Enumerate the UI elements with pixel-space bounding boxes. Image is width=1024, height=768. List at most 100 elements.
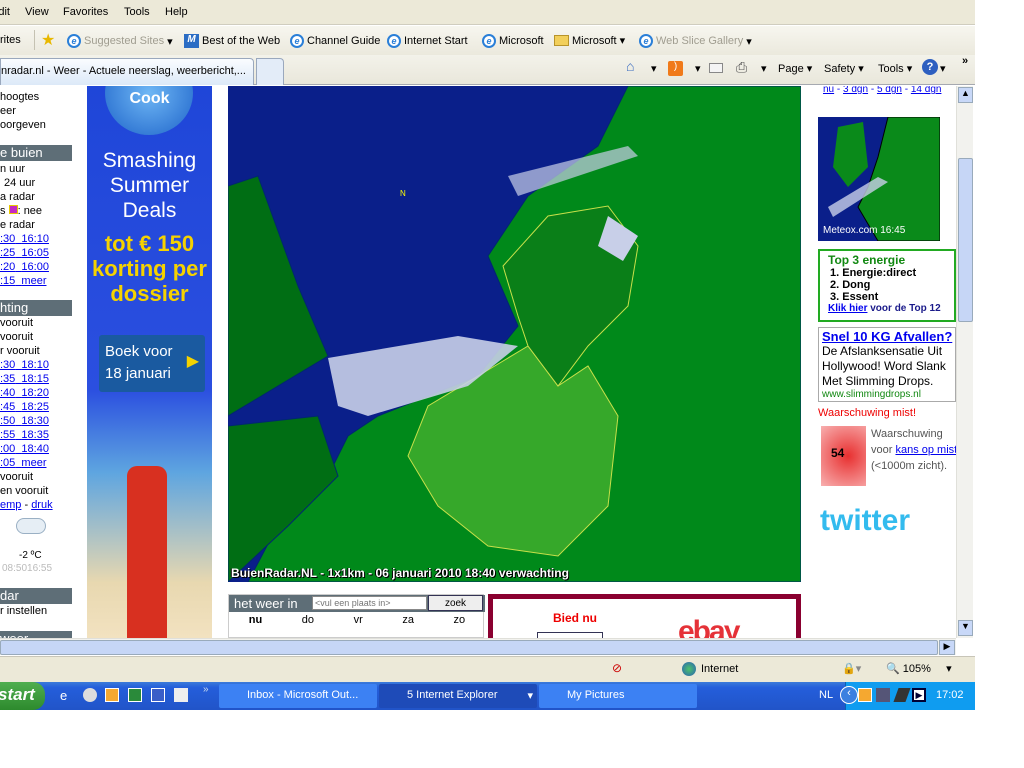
menu-help[interactable]: Help: [165, 6, 188, 18]
mail-icon[interactable]: [709, 63, 723, 73]
tray-outlook-icon[interactable]: [858, 688, 872, 702]
quicklaunch-media-player-icon[interactable]: [83, 688, 97, 702]
help-dropdown-icon[interactable]: ▾: [940, 62, 946, 75]
time-link[interactable]: :05 meer: [0, 457, 46, 469]
fav-channel-guide[interactable]: e Channel Guide: [290, 34, 380, 48]
time-link[interactable]: :35 18:15: [0, 373, 49, 385]
horizontal-scrollbar[interactable]: ▶: [0, 638, 956, 655]
privacy-blocked-icon[interactable]: ⊘: [612, 661, 622, 675]
sidebar-text[interactable]: hoogtes: [0, 91, 39, 103]
time-link[interactable]: :15 meer: [0, 275, 46, 287]
twitter-logo[interactable]: twitter: [820, 504, 910, 538]
energy-link[interactable]: Klik hier: [828, 303, 867, 314]
menu-favorites[interactable]: Favorites: [63, 6, 108, 18]
add-favorite-star-icon[interactable]: ★: [41, 30, 55, 50]
quicklaunch-ie-icon[interactable]: e: [60, 688, 67, 703]
afvallen-ad[interactable]: Snel 10 KG Afvallen? De Afslanksensatie …: [818, 327, 956, 402]
mist-warning-map[interactable]: 54: [821, 426, 866, 486]
forecast-link[interactable]: 14 dgn: [911, 86, 942, 95]
quicklaunch-more-icon[interactable]: »: [203, 684, 209, 695]
tray-expand-icon[interactable]: ‹: [840, 686, 858, 704]
afvallen-url[interactable]: www.slimmingdrops.nl: [822, 389, 955, 400]
ad-cta-button[interactable]: Boek voor 18 januari ▶: [99, 335, 205, 392]
quicklaunch-excel-icon[interactable]: [128, 688, 142, 702]
rss-feed-icon[interactable]: ): [668, 61, 683, 76]
druk-link[interactable]: druk: [31, 499, 52, 511]
time-link[interactable]: :45 18:25: [0, 401, 49, 413]
forecast-link[interactable]: nu: [823, 86, 834, 95]
search-button[interactable]: zoek: [428, 595, 483, 611]
scroll-right-icon[interactable]: ▶: [939, 640, 955, 655]
taskbar-button-my-pictures[interactable]: My Pictures: [539, 684, 697, 708]
new-tab-button[interactable]: [256, 58, 284, 85]
protected-mode-icon[interactable]: 🔒▾: [842, 662, 861, 675]
menu-tools[interactable]: Tools: [124, 6, 150, 18]
more-chevron-icon[interactable]: »: [962, 55, 968, 67]
sidebar-link[interactable]: a radar: [0, 191, 35, 203]
sidebar-link[interactable]: n uur: [0, 163, 25, 175]
sidebar-option[interactable]: s : nee: [0, 205, 42, 217]
time-link[interactable]: :00 18:40: [0, 443, 49, 455]
vertical-scrollbar[interactable]: ▲ ▼: [956, 86, 973, 638]
sidebar-text[interactable]: oorgeven: [0, 119, 46, 131]
start-button[interactable]: start: [0, 682, 45, 710]
sidebar-link[interactable]: e radar: [0, 219, 35, 231]
tray-network-icon[interactable]: [876, 688, 890, 702]
hscroll-thumb[interactable]: [0, 640, 938, 655]
fav-web-slice-gallery[interactable]: e Web Slice Gallery ▾: [639, 34, 752, 48]
taskbar-button-outlook[interactable]: Inbox - Microsoft Out...: [219, 684, 377, 708]
sidebar-link[interactable]: en vooruit: [0, 485, 48, 497]
energy-ad[interactable]: Top 3 energie 1. Energie:direct 2. Dong 3.…: [818, 249, 956, 322]
tab-buienradar[interactable]: nradar.nl - Weer - Actuele neerslag, wee…: [0, 58, 254, 85]
sidebar-text[interactable]: eer: [0, 105, 16, 117]
sidebar-link[interactable]: vooruit: [0, 317, 33, 329]
fav-microsoft[interactable]: e Microsoft: [482, 34, 544, 48]
fav-microsoft-folder[interactable]: Microsoft ▾: [554, 34, 625, 47]
fav-best-of-web[interactable]: M Best of the Web: [184, 34, 280, 48]
taskbar-button-ie-group[interactable]: 5 Internet Explorer ▾: [379, 684, 537, 708]
feed-dropdown-icon[interactable]: ▾: [695, 62, 701, 75]
clock[interactable]: 17:02: [936, 689, 964, 701]
radar-map[interactable]: N BuienRadar.NL - 1x1km - 06 januari 201…: [228, 86, 801, 582]
time-link[interactable]: :30 16:10: [0, 233, 49, 245]
language-indicator[interactable]: NL: [819, 689, 833, 701]
tray-rocket-icon[interactable]: [893, 688, 911, 702]
mist-link[interactable]: kans op mist: [895, 444, 956, 456]
place-search-input[interactable]: [312, 596, 427, 610]
sidebar-link[interactable]: r vooruit: [0, 345, 40, 357]
sidebar-link[interactable]: vooruit: [0, 331, 33, 343]
scroll-down-icon[interactable]: ▼: [958, 620, 973, 636]
sidebar-link[interactable]: vooruit: [0, 471, 33, 483]
print-dropdown-icon[interactable]: ▾: [761, 62, 767, 75]
meteox-radar-thumbnail[interactable]: Meteox.com 16:45: [818, 117, 940, 241]
quicklaunch-word-icon[interactable]: [151, 688, 165, 702]
fav-suggested-sites[interactable]: e Suggested Sites ▾: [67, 34, 173, 48]
scroll-up-icon[interactable]: ▲: [958, 87, 973, 103]
time-link[interactable]: :30 18:10: [0, 359, 49, 371]
print-icon[interactable]: ⎙: [736, 59, 747, 76]
favorites-button[interactable]: rites: [0, 34, 21, 46]
temp-link[interactable]: emp: [0, 499, 21, 511]
scroll-thumb[interactable]: [958, 158, 973, 322]
forecast-link[interactable]: 5 dgn: [877, 86, 902, 95]
ebay-ad[interactable]: Bied nu ebay: [488, 594, 801, 638]
home-icon[interactable]: ⌂: [626, 58, 634, 74]
time-link[interactable]: :20 16:00: [0, 261, 49, 273]
time-link[interactable]: :25 16:05: [0, 247, 49, 259]
time-link[interactable]: :55 18:35: [0, 429, 49, 441]
forecast-link[interactable]: 3 dgn: [843, 86, 868, 95]
time-link[interactable]: :40 18:20: [0, 387, 49, 399]
safety-menu[interactable]: Safety ▾: [824, 62, 864, 75]
help-icon[interactable]: ?: [922, 59, 938, 75]
time-link[interactable]: :50 18:30: [0, 415, 49, 427]
tools-menu[interactable]: Tools ▾: [878, 62, 912, 75]
afvallen-title[interactable]: Snel 10 KG Afvallen?: [822, 329, 955, 344]
quicklaunch-outlook-icon[interactable]: [105, 688, 119, 702]
home-dropdown-icon[interactable]: ▾: [651, 62, 657, 75]
sidebar-link[interactable]: 24 uur: [4, 177, 35, 189]
page-menu[interactable]: Page ▾: [778, 62, 812, 75]
zoom-control[interactable]: 🔍 105% ▾: [886, 662, 952, 675]
fav-internet-start[interactable]: e Internet Start: [387, 34, 468, 48]
sidebar-link[interactable]: r instellen: [0, 605, 47, 617]
menu-view[interactable]: View: [25, 6, 49, 18]
